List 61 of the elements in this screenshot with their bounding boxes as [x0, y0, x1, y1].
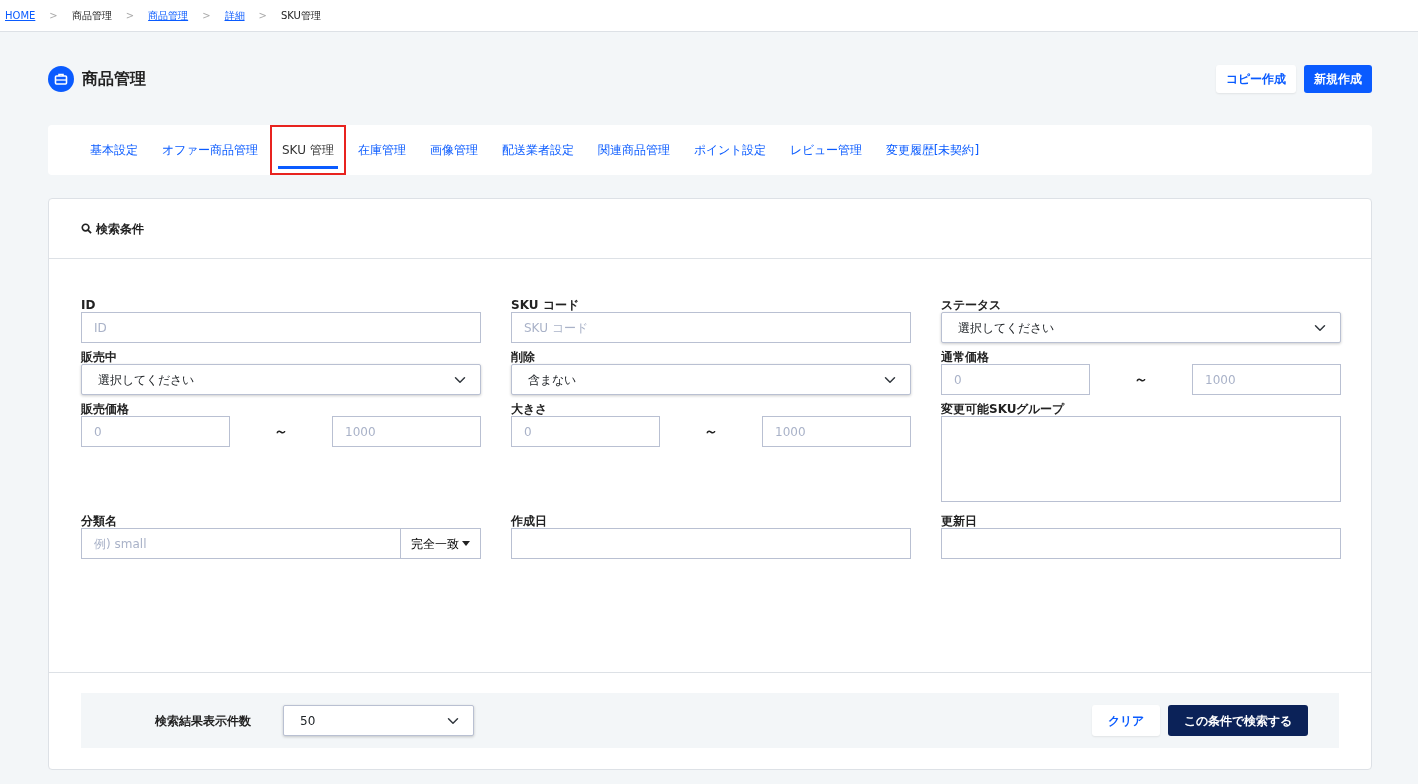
field-label: 変更可能SKUグループ: [941, 403, 1066, 415]
search-button[interactable]: この条件で検索する: [1168, 705, 1308, 736]
field-label: 作成日: [511, 515, 548, 527]
tab[interactable]: オファー商品管理: [150, 125, 270, 175]
select-field[interactable]: 選択してください: [941, 312, 1341, 343]
field-label: 販売価格: [81, 403, 130, 415]
field-label: ステータス: [941, 299, 1002, 311]
tab[interactable]: 関連商品管理: [585, 125, 682, 175]
range-separator: ～: [274, 422, 288, 441]
tab[interactable]: レビュー管理: [777, 125, 874, 175]
max-field[interactable]: 1000: [332, 416, 481, 447]
range-separator: ～: [1134, 370, 1148, 389]
field-label: 大きさ: [511, 403, 548, 415]
date-field[interactable]: [511, 528, 911, 559]
input-field[interactable]: 例) small: [81, 528, 401, 559]
field-label: 分類名: [81, 515, 118, 527]
briefcase-icon: [48, 65, 74, 92]
clear-button[interactable]: クリア: [1092, 705, 1160, 736]
input-field[interactable]: ID: [81, 312, 481, 343]
tab[interactable]: ポイント設定: [681, 125, 778, 175]
field-label: 更新日: [941, 515, 978, 527]
max-field[interactable]: 1000: [762, 416, 911, 447]
breadcrumb-separator: >: [125, 9, 135, 23]
create-button[interactable]: 新規作成: [1304, 64, 1372, 93]
text-area[interactable]: [941, 416, 1341, 502]
field-label: 販売中: [81, 351, 118, 363]
page-size-label: 検索結果表示件数: [155, 712, 252, 730]
select-field[interactable]: 選択してください: [81, 364, 481, 395]
breadcrumb-separator: >: [49, 9, 58, 23]
field-label: ID: [81, 299, 97, 311]
caret-icon: [462, 541, 470, 546]
input-field[interactable]: SKU コード: [511, 312, 911, 343]
breadcrumb-text: SKU管理: [280, 9, 321, 23]
tab[interactable]: SKU 管理: [270, 125, 346, 175]
match-dropdown-button[interactable]: 完全一致: [401, 528, 481, 559]
min-field[interactable]: 0: [941, 364, 1090, 395]
tab[interactable]: 配送業者設定: [489, 125, 586, 175]
max-field[interactable]: 1000: [1192, 364, 1341, 395]
breadcrumb-link[interactable]: HOME: [5, 8, 36, 23]
copy-button[interactable]: コピー作成: [1216, 64, 1296, 93]
field-label: 通常価格: [941, 351, 990, 363]
tab[interactable]: 基本設定: [78, 125, 150, 175]
date-field[interactable]: [941, 528, 1341, 559]
field-label: 削除: [511, 351, 536, 363]
breadcrumb-link[interactable]: 詳細: [224, 8, 245, 23]
search-icon: [81, 223, 92, 234]
breadcrumb-text: 商品管理: [71, 9, 112, 23]
tab[interactable]: 画像管理: [417, 125, 490, 175]
min-field[interactable]: 0: [81, 416, 230, 447]
tab[interactable]: 在庫管理: [345, 125, 418, 175]
min-field[interactable]: 0: [511, 416, 660, 447]
page-title: 商品管理: [82, 68, 146, 89]
page-size-select[interactable]: 50: [283, 705, 474, 736]
breadcrumb-separator: >: [202, 9, 211, 23]
panel-title: 検索条件: [96, 220, 144, 238]
field-label: SKU コード: [511, 299, 580, 311]
select-field[interactable]: 含まない: [511, 364, 911, 395]
tab[interactable]: 変更履歴[未契約]: [873, 125, 992, 175]
range-separator: ～: [704, 422, 718, 441]
breadcrumb-link[interactable]: 商品管理: [148, 8, 189, 23]
breadcrumb-separator: >: [258, 9, 267, 23]
